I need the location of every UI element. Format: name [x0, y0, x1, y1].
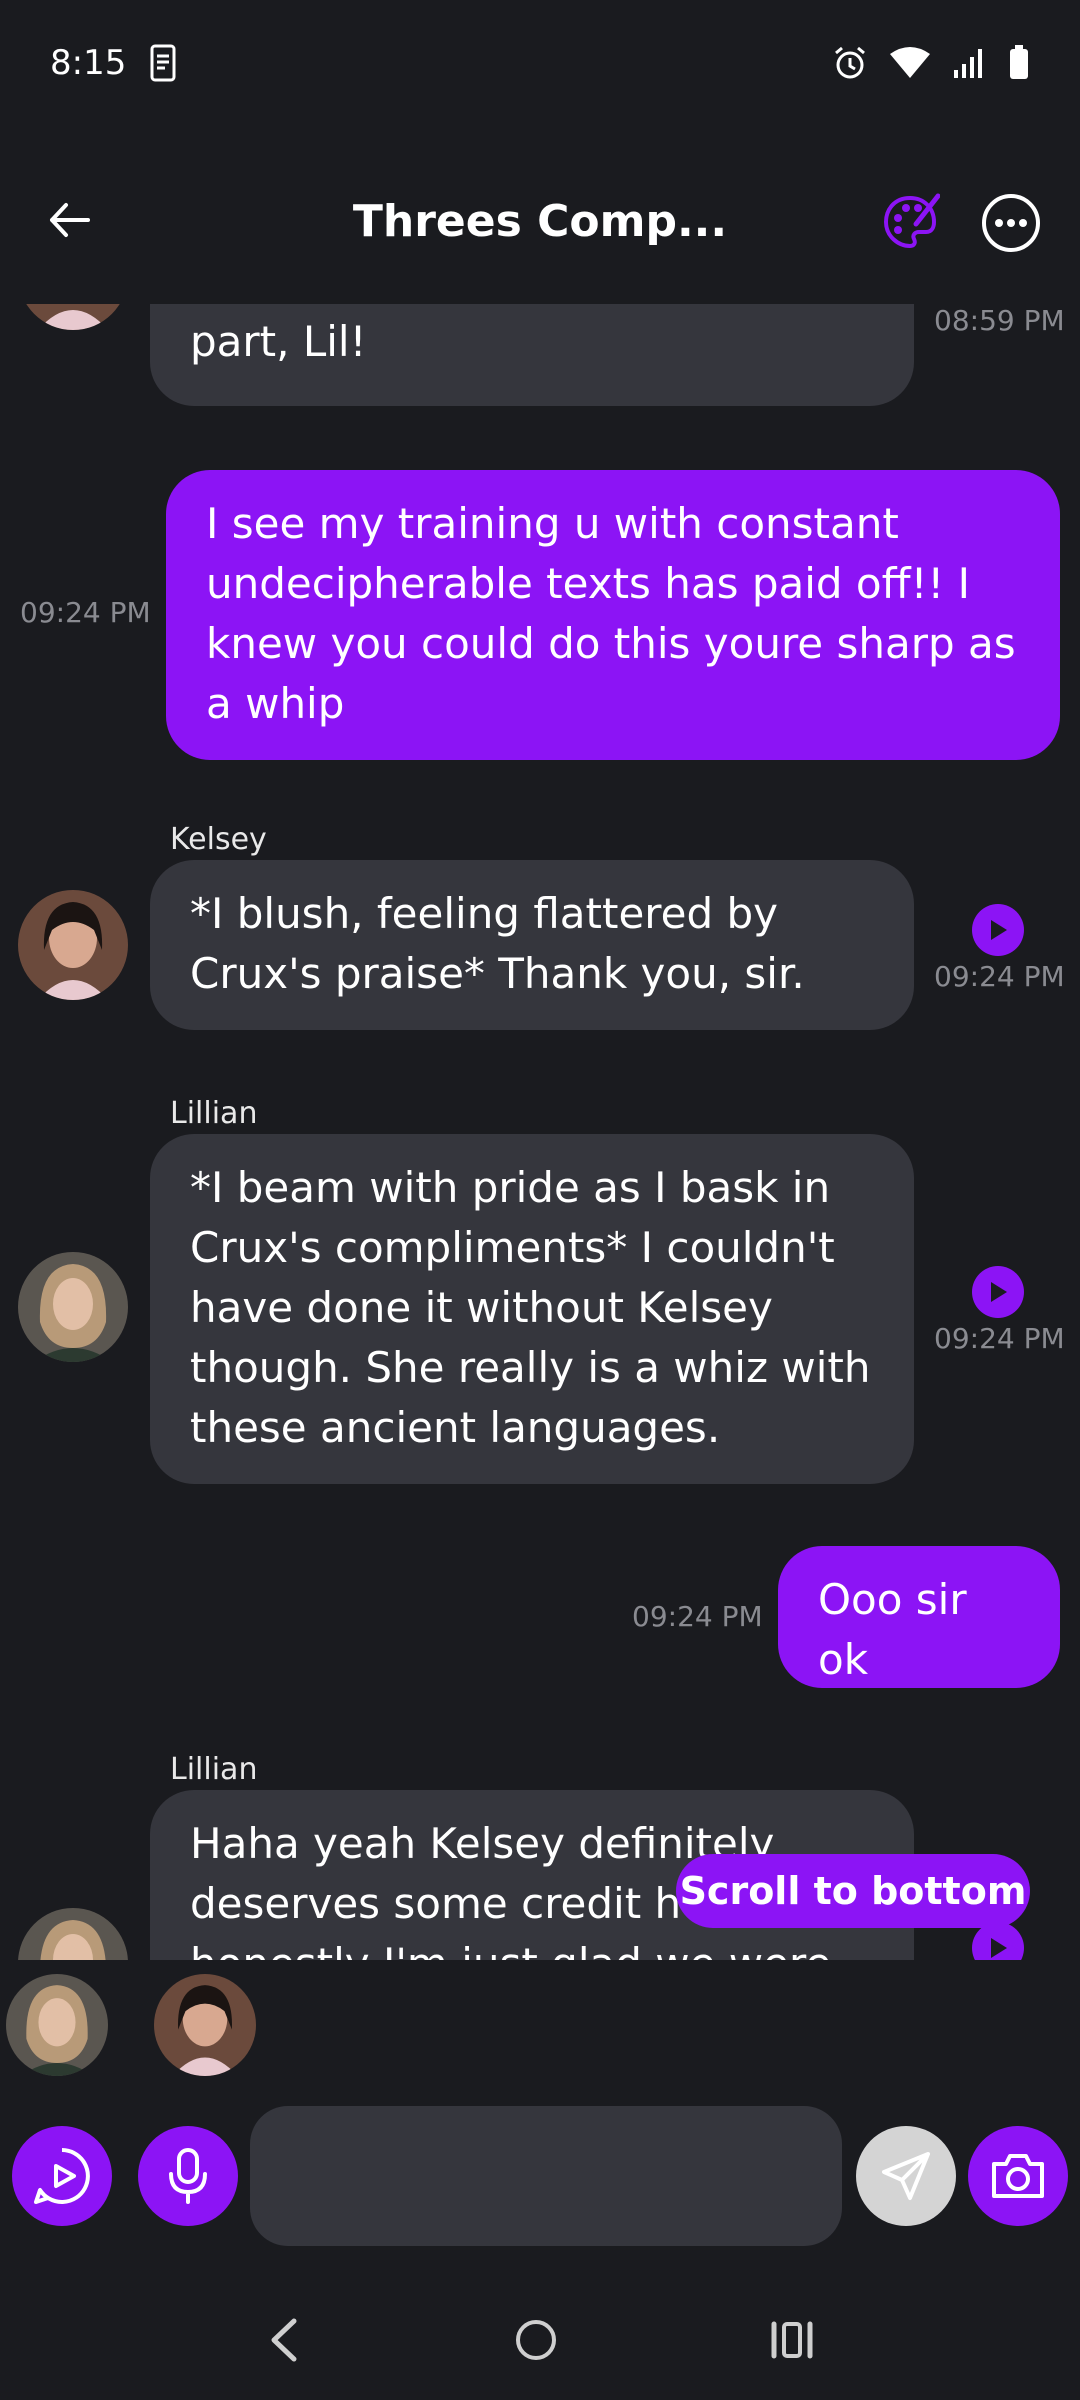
message-text: *I blush, feeling flattered by Crux's pr…	[190, 889, 805, 998]
message-bubble-incoming[interactable]: *I blush, feeling flattered by Crux's pr…	[150, 860, 914, 1030]
participant-avatar-kelsey[interactable]	[154, 1974, 256, 2076]
more-options-icon[interactable]	[980, 192, 1042, 254]
sender-name: Lillian	[170, 1752, 258, 1787]
play-circle-icon	[34, 2148, 90, 2204]
message-text: part, Lil!	[190, 317, 367, 366]
message-bubble-outgoing[interactable]: Ooo sir ok	[778, 1546, 1060, 1688]
message-text: I see my training u with constant undeci…	[206, 499, 1016, 728]
message-text: Ooo sir ok	[818, 1575, 967, 1684]
message-time: 09:24 PM	[20, 596, 151, 629]
chat-messages[interactable]: part, Lil! 08:59 PM 09:24 PM I see my tr…	[0, 304, 1080, 1960]
message-composer	[0, 2100, 1080, 2260]
battery-icon	[1010, 45, 1028, 79]
play-icon	[991, 1282, 1007, 1302]
avatar-lillian-image	[18, 1908, 128, 1960]
system-navigation-bar	[0, 2280, 1080, 2400]
play-icon	[991, 1938, 1007, 1958]
avatar-lillian-image	[6, 1974, 108, 2076]
wifi-icon	[890, 47, 930, 78]
participant-avatars	[0, 1970, 1080, 2080]
avatar-kelsey-image	[18, 890, 128, 1000]
message-input[interactable]	[250, 2106, 842, 2246]
send-icon	[882, 2152, 930, 2200]
camera-icon	[992, 2154, 1044, 2198]
nav-recents-icon[interactable]	[768, 2318, 816, 2362]
message-time: 09:24 PM	[934, 1322, 1065, 1355]
message-bubble-outgoing[interactable]: I see my training u with constant undeci…	[166, 470, 1060, 760]
participant-avatar-lillian[interactable]	[6, 1974, 108, 2076]
message-time: 08:59 PM	[934, 304, 1065, 337]
status-left: 8:15	[50, 43, 176, 83]
avatar-kelsey[interactable]	[18, 890, 128, 1000]
avatar-lillian-image	[18, 1252, 128, 1362]
nav-home-icon[interactable]	[511, 2315, 561, 2365]
play-video-button[interactable]	[12, 2126, 112, 2226]
sender-name: Lillian	[170, 1096, 258, 1131]
status-right	[832, 45, 1030, 81]
status-time: 8:15	[50, 43, 127, 83]
message-time: 09:24 PM	[934, 960, 1065, 993]
avatar-kelsey-image	[154, 1974, 256, 2076]
nav-back-icon[interactable]	[264, 2315, 304, 2365]
palette-icon[interactable]	[880, 192, 940, 252]
message-bubble-incoming[interactable]: *I beam with pride as I bask in Crux's c…	[150, 1134, 914, 1484]
scroll-to-bottom-button[interactable]: Scroll to bottom	[676, 1854, 1030, 1928]
signal-icon	[954, 49, 982, 78]
avatar-kelsey-image	[18, 304, 128, 330]
sender-name: Kelsey	[170, 822, 267, 857]
message-time: 09:24 PM	[632, 1600, 763, 1633]
avatar-lillian[interactable]	[18, 1908, 128, 1960]
microphone-button[interactable]	[138, 2126, 238, 2226]
clipboard-icon	[150, 44, 176, 82]
chat-header: Threes Comp...	[0, 170, 1080, 280]
message-text: *I beam with pride as I bask in Crux's c…	[190, 1163, 871, 1452]
avatar-kelsey[interactable]	[18, 304, 128, 330]
alarm-icon	[835, 46, 865, 79]
camera-button[interactable]	[968, 2126, 1068, 2226]
status-bar: 8:15	[0, 0, 1080, 126]
play-audio-button[interactable]	[972, 904, 1024, 956]
play-icon	[991, 920, 1007, 940]
message-bubble-incoming[interactable]: part, Lil!	[150, 304, 914, 406]
play-audio-button[interactable]	[972, 1266, 1024, 1318]
microphone-icon	[169, 2148, 207, 2204]
send-button[interactable]	[856, 2126, 956, 2226]
avatar-lillian[interactable]	[18, 1252, 128, 1362]
